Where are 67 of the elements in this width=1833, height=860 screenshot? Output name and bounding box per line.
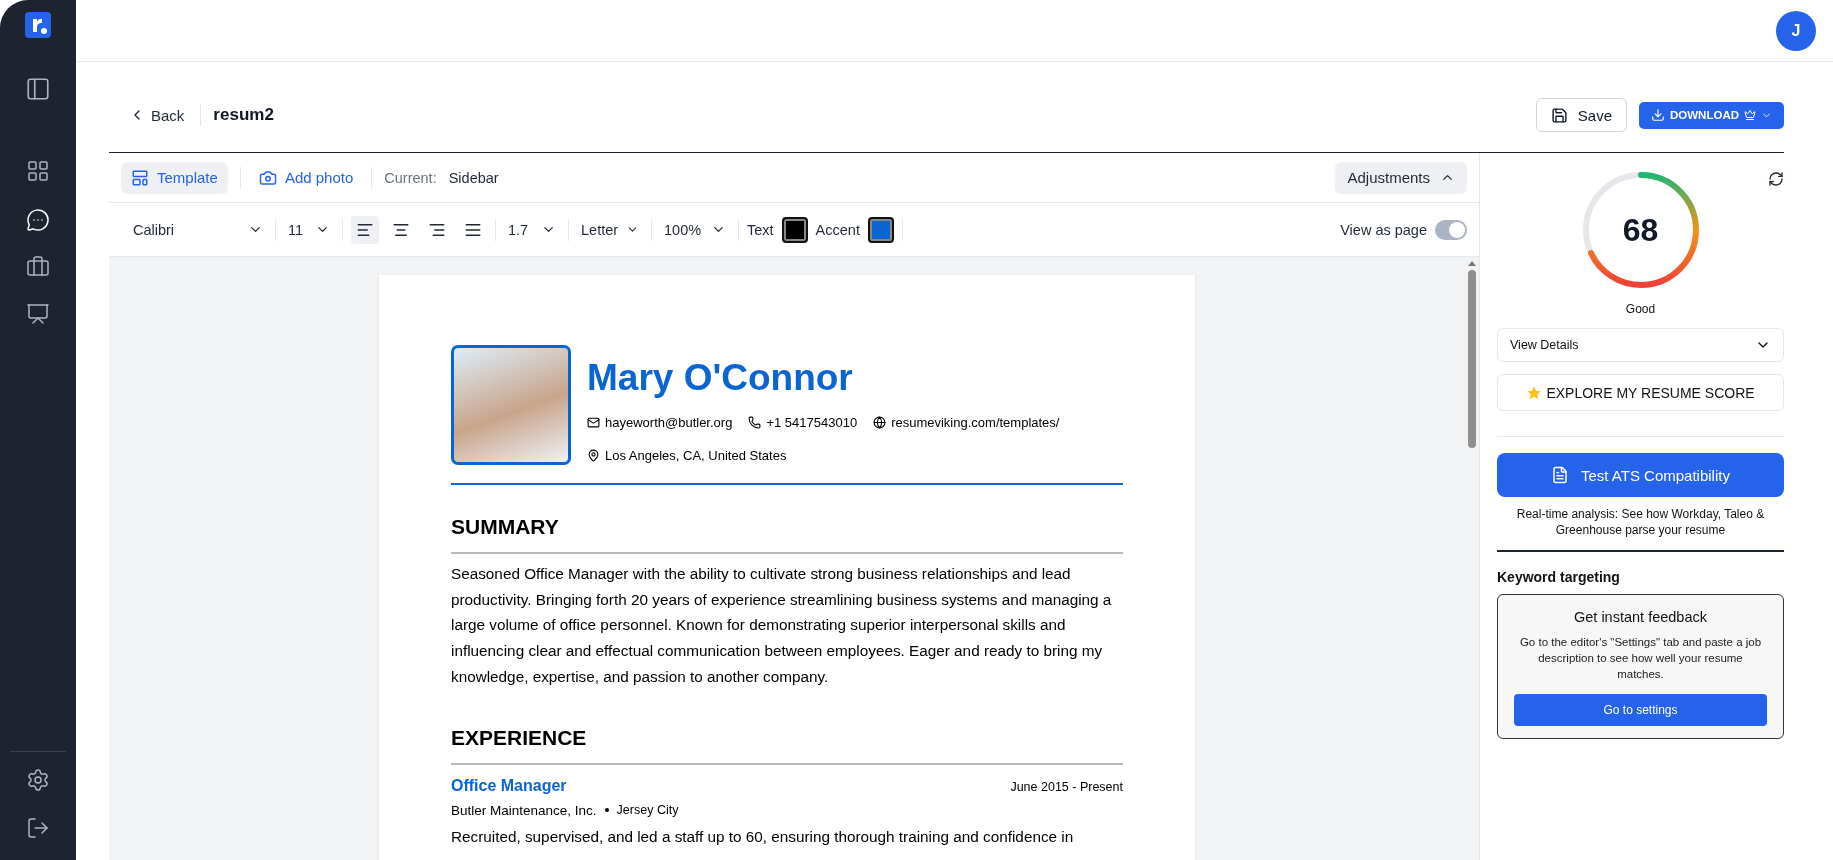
location-icon	[587, 449, 600, 462]
refresh-icon[interactable]	[1768, 171, 1784, 187]
color-label: Text	[747, 221, 774, 238]
current-template-label: Current:	[384, 169, 437, 186]
resume-name: Mary O'Connor	[587, 357, 854, 399]
crown-icon	[1744, 109, 1756, 121]
document-title: resum2	[213, 105, 274, 125]
go-to-settings-button[interactable]: Go to settings	[1514, 693, 1767, 726]
ats-note: Real-time analysis: See how Workday, Taleo & Greenhouse parse your resume	[1515, 506, 1766, 538]
company-name: Butler Maintenance, Inc.	[451, 802, 597, 818]
contact-email: hayeworth@butler.org	[587, 415, 733, 430]
card-title: Get instant feedback	[1574, 608, 1707, 625]
test-ats-button[interactable]: Test ATS Compatibility	[1497, 453, 1784, 497]
template-button[interactable]: Template	[121, 161, 228, 194]
zoom-select[interactable]: 100%	[660, 221, 730, 238]
star-icon	[1526, 384, 1543, 401]
scrollbar-thumb[interactable]	[1468, 270, 1476, 448]
keyword-heading: Keyword targeting	[1497, 568, 1621, 585]
scroll-up-icon	[1468, 261, 1476, 266]
score-value: 68	[1622, 214, 1659, 246]
camera-icon	[258, 168, 277, 187]
contact-phone: +1 5417543010	[748, 415, 858, 430]
explore-score-button[interactable]: EXPLORE MY RESUME SCORE	[1497, 374, 1784, 411]
logo-icon	[25, 12, 51, 38]
job-title: Office Manager	[451, 776, 567, 795]
bullet-dot	[604, 808, 609, 812]
contact-location: Los Angeles, CA, United States	[587, 448, 787, 463]
color-label: Accent	[815, 221, 860, 238]
font-select[interactable]: Calibri	[129, 221, 267, 238]
apps-icon[interactable]	[26, 159, 50, 183]
document-icon	[1551, 466, 1569, 484]
save-button[interactable]: Save	[1535, 98, 1627, 132]
web-icon	[873, 416, 887, 429]
align-left-button[interactable]	[351, 215, 379, 244]
layout-icon	[131, 168, 149, 187]
panel-toggle-icon[interactable]	[25, 76, 51, 102]
back-button[interactable]: Back	[125, 102, 189, 128]
current-template-value: Sidebar	[448, 169, 499, 186]
phone-icon	[748, 416, 762, 429]
user-avatar[interactable]: J	[1776, 10, 1816, 51]
score-rating: Good	[1625, 302, 1656, 316]
font-size-select[interactable]: 11	[284, 221, 334, 238]
contact-web: resumeviking.com/templates/	[873, 415, 1060, 430]
briefcase-icon[interactable]	[26, 255, 50, 279]
job-description: Recruited, supervised, and led a staff up to 60, ensuring thorough training and confidence in	[451, 827, 1075, 846]
settings-icon[interactable]	[26, 768, 50, 792]
job-date: June 2015 - Present	[1010, 779, 1123, 794]
section-heading: SUMMARY	[451, 515, 1123, 554]
summary-text: Seasoned Office Manager with the ability to cultivate strong business relationships and lead productivity. Bringing forth 20 years of experience streamlining business systems and managing a large volume of office personnel. Known for demonstrating superior interpersonal skills and influencing clear and effectual communication between employees. Eager and ready to bring my knowledge, expertise, and passion to another company.	[451, 564, 1113, 687]
presentation-icon[interactable]	[26, 302, 50, 326]
color-swatch[interactable]	[781, 216, 808, 243]
view-as-page-toggle[interactable]	[1435, 219, 1467, 240]
view-as-page-label: View as page	[1340, 221, 1427, 238]
download-button[interactable]: DOWNLOAD	[1639, 101, 1784, 129]
color-swatch[interactable]	[867, 216, 894, 243]
line-height-select[interactable]: 1.7	[504, 221, 560, 238]
email-icon	[587, 416, 600, 429]
job-location: Jersey City	[616, 803, 679, 817]
logout-icon[interactable]	[26, 816, 50, 840]
add-photo-button[interactable]: Add photo	[252, 168, 360, 187]
card-text: Go to the editor's "Settings" tab and paste a job description to see how well your resume matches.	[1518, 634, 1763, 682]
adjustments-button[interactable]: Adjustments	[1335, 161, 1467, 194]
download-icon	[1651, 108, 1665, 122]
view-details-dropdown[interactable]: View Details	[1497, 328, 1784, 362]
chat-icon[interactable]	[26, 208, 50, 232]
paper-size-select[interactable]: Letter	[577, 221, 643, 238]
section-heading: EXPERIENCE	[451, 725, 1123, 765]
